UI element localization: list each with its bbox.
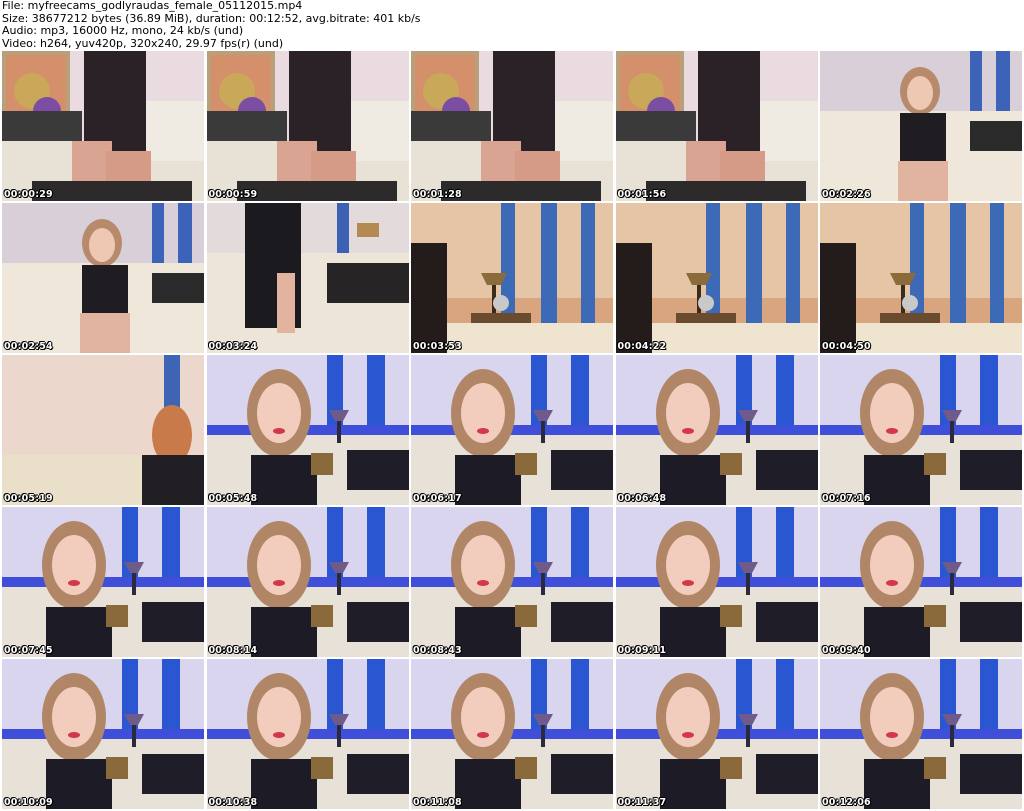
thumbnail-frame-image [206, 51, 409, 201]
file-info-header: File: myfreecams_godlyraudas_female_0511… [2, 0, 1022, 50]
thumbnail-timestamp: 00:04:50 [822, 341, 871, 352]
thumbnail-frame-image [411, 507, 613, 657]
video-thumbnail: 00:02:26 [820, 51, 1022, 201]
video-thumbnail: 00:04:22 [615, 203, 818, 353]
thumbnail-timestamp: 00:05:19 [4, 493, 53, 504]
thumbnail-timestamp: 00:00:59 [208, 189, 258, 200]
file-name-line: File: myfreecams_godlyraudas_female_0511… [2, 0, 303, 12]
thumbnail-frame-image [820, 355, 1022, 505]
thumbnail-timestamp: 00:08:43 [413, 645, 462, 656]
thumbnail-frame-image [615, 355, 818, 505]
audio-line: Audio: mp3, 16000 Hz, mono, 24 kb/s (und… [2, 24, 244, 37]
video-thumbnail: 00:10:38 [206, 659, 409, 809]
thumbnail-frame-image [615, 659, 818, 809]
thumbnail-timestamp: 00:01:28 [413, 189, 462, 200]
thumbnail-timestamp: 00:10:38 [208, 797, 258, 808]
thumbnail-timestamp: 00:08:14 [208, 645, 258, 656]
thumbnail-grid: 00:00:29 00:00:59 00:01:28 00:01:56 00:0… [2, 51, 1022, 810]
video-thumbnail: 00:06:17 [411, 355, 613, 505]
thumbnail-frame-image [411, 659, 613, 809]
thumbnail-timestamp: 00:09:40 [822, 645, 871, 656]
video-thumbnail: 00:11:37 [615, 659, 818, 809]
thumbnail-frame-image [2, 203, 204, 353]
video-thumbnail: 00:01:28 [411, 51, 613, 201]
thumbnail-frame-image [206, 507, 409, 657]
video-thumbnail: 00:09:11 [615, 507, 818, 657]
thumbnail-timestamp: 00:05:48 [208, 493, 258, 504]
thumbnail-frame-image [411, 203, 613, 353]
thumbnail-timestamp: 00:02:26 [822, 189, 871, 200]
thumbnail-frame-image [206, 203, 409, 353]
thumbnail-timestamp: 00:06:48 [617, 493, 667, 504]
thumbnail-timestamp: 00:11:37 [617, 797, 667, 808]
video-thumbnail: 00:01:56 [615, 51, 818, 201]
video-thumbnail: 00:03:53 [411, 203, 613, 353]
thumbnail-frame-image [411, 51, 613, 201]
thumbnail-frame-image [206, 659, 409, 809]
video-thumbnail: 00:09:40 [820, 507, 1022, 657]
thumbnail-timestamp: 00:06:17 [413, 493, 462, 504]
thumbnail-timestamp: 00:01:56 [617, 189, 667, 200]
thumbnail-frame-image [411, 355, 613, 505]
thumbnail-frame-image [615, 203, 818, 353]
video-thumbnail: 00:05:19 [2, 355, 204, 505]
thumbnail-timestamp: 00:03:53 [413, 341, 462, 352]
thumbnail-frame-image [206, 355, 409, 505]
thumbnail-frame-image [2, 659, 204, 809]
thumbnail-frame-image [820, 203, 1022, 353]
thumbnail-timestamp: 00:02:54 [4, 341, 53, 352]
video-thumbnail: 00:00:59 [206, 51, 409, 201]
video-thumbnail: 00:07:16 [820, 355, 1022, 505]
video-thumbnail: 00:03:24 [206, 203, 409, 353]
thumbnail-timestamp: 00:07:45 [4, 645, 53, 656]
contact-sheet: File: myfreecams_godlyraudas_female_0511… [0, 0, 1024, 811]
video-thumbnail: 00:06:48 [615, 355, 818, 505]
video-thumbnail: 00:11:08 [411, 659, 613, 809]
video-thumbnail: 00:10:09 [2, 659, 204, 809]
thumbnail-frame-image [820, 507, 1022, 657]
thumbnail-timestamp: 00:10:09 [4, 797, 53, 808]
thumbnail-frame-image [2, 355, 204, 505]
thumbnail-frame-image [615, 51, 818, 201]
video-thumbnail: 00:08:43 [411, 507, 613, 657]
video-line: Video: h264, yuv420p, 320x240, 29.97 fps… [2, 36, 284, 50]
video-thumbnail: 00:05:48 [206, 355, 409, 505]
video-thumbnail: 00:02:54 [2, 203, 204, 353]
video-thumbnail: 00:07:45 [2, 507, 204, 657]
thumbnail-timestamp: 00:07:16 [822, 493, 871, 504]
thumbnail-timestamp: 00:11:08 [413, 797, 462, 808]
thumbnail-frame-image [2, 507, 204, 657]
video-thumbnail: 00:12:06 [820, 659, 1022, 809]
thumbnail-timestamp: 00:12:06 [822, 797, 871, 808]
video-thumbnail: 00:04:50 [820, 203, 1022, 353]
thumbnail-timestamp: 00:00:29 [4, 189, 53, 200]
thumbnail-frame-image [2, 51, 204, 201]
video-thumbnail: 00:00:29 [2, 51, 204, 201]
thumbnail-frame-image [820, 659, 1022, 809]
thumbnail-timestamp: 00:09:11 [617, 645, 667, 656]
thumbnail-frame-image [820, 51, 1022, 201]
thumbnail-timestamp: 00:04:22 [617, 341, 667, 352]
thumbnail-timestamp: 00:03:24 [208, 341, 258, 352]
thumbnail-frame-image [615, 507, 818, 657]
video-thumbnail: 00:08:14 [206, 507, 409, 657]
